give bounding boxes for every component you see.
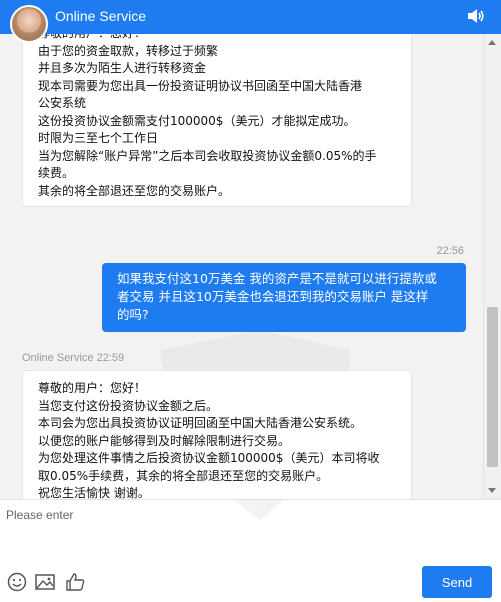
message-line: 现本司需要为您出具一份投资证明协议书回函至中国大陆香港 (38, 78, 363, 93)
message-line: 当为您解除“账户异常”之后本司会收取投资协议金额0.05%的手 (38, 148, 377, 163)
message-line: 公安系统 (38, 96, 87, 110)
message-line: 并且多次为陌生人进行转移资金 (38, 61, 207, 75)
composer: Send (0, 499, 501, 602)
scroll-up-arrow-icon[interactable] (488, 40, 496, 45)
message-line: 取0.05%手续费，其余的将全部退还至您的交易账户。 (38, 468, 329, 483)
message-line: 者交易 并且这10万美金也会退还到我的交易账户 是这样 (117, 289, 429, 304)
image-icon[interactable] (34, 572, 56, 592)
chat-scrollbar[interactable] (483, 34, 501, 499)
message-line: 续费。 (38, 166, 75, 180)
speaker-icon[interactable] (467, 8, 485, 24)
message-line: 尊敬的用户：您好！ (38, 381, 147, 395)
message-line: 祝您生活愉快 谢谢。 (38, 486, 150, 499)
message-sender-time: Online Service 22:59 (22, 352, 125, 364)
header-title: Online Service (55, 8, 147, 24)
message-input[interactable] (4, 506, 488, 560)
message-line: 尊敬的用户：您好！ (38, 34, 397, 43)
message-timestamp: 22:56 (436, 245, 464, 257)
message-line: 这份投资协议金额需支付100000$（美元）才能拟定成功。 (38, 113, 356, 128)
message-line: 时限为三至七个工作日 (38, 131, 159, 145)
scroll-thumb[interactable] (487, 307, 498, 467)
message-line: 由于您的资金取款，转移过于频繁 (38, 43, 219, 58)
incoming-message: 尊敬的用户：您好！ 由于您的资金取款，转移过于频繁 并且多次为陌生人进行转移资金… (22, 34, 412, 207)
emoji-icon[interactable] (6, 572, 28, 592)
message-line: 如果我支付这10万美金 我的资产是不是就可以进行提款或 (117, 271, 437, 286)
message-line: 以便您的账户能够得到及时解除限制进行交易。 (38, 433, 291, 448)
send-button[interactable]: Send (422, 566, 492, 598)
message-line: 本司会为您出具投资协议证明回函至中国大陆香港公安系统。 (38, 416, 363, 430)
agent-avatar (10, 5, 48, 43)
message-line: 其余的将全部退还至您的交易账户。 (38, 183, 231, 198)
incoming-message: 尊敬的用户：您好！ 当您支付这份投资协议金额之后。 本司会为您出具投资协议证明回… (22, 370, 412, 499)
message-line: 为您处理这件事情之后投资协议金额100000$（美元）本司将收 (38, 451, 380, 465)
outgoing-message: 如果我支付这10万美金 我的资产是不是就可以进行提款或 者交易 并且这10万美金… (102, 263, 466, 332)
scroll-down-arrow-icon[interactable] (488, 488, 496, 493)
chat-header: Online Service (0, 0, 501, 34)
message-line: 当您支付这份投资协议金额之后。 (38, 398, 219, 413)
message-line: 的吗? (117, 307, 149, 322)
thumbs-up-icon[interactable] (64, 572, 86, 592)
